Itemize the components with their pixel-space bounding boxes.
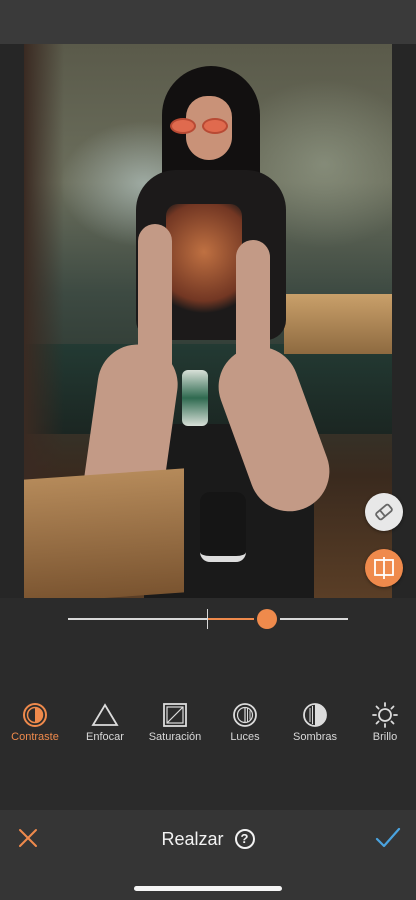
highlights-icon <box>233 703 257 727</box>
top-toolbar-strip <box>0 0 416 44</box>
brightness-sun-icon <box>372 702 398 728</box>
tool-label: Saturación <box>148 731 202 743</box>
tool-label: Brillo <box>372 731 398 743</box>
saturation-icon <box>163 703 187 727</box>
eraser-icon <box>375 503 393 521</box>
shadows-icon <box>303 703 327 727</box>
photo-background-bench <box>24 344 392 434</box>
photo-background-table <box>284 294 392 354</box>
screen-title-text: Realzar <box>161 828 224 849</box>
photo-canvas[interactable] <box>0 44 416 598</box>
adjustment-tools: Contraste Enfocar Saturación Luces Sombr… <box>0 700 416 750</box>
home-indicator <box>134 886 282 891</box>
tool-label: Enfocar <box>86 731 124 743</box>
edited-photo[interactable] <box>24 44 392 598</box>
tool-label: Contraste <box>11 731 59 743</box>
eraser-button[interactable] <box>365 493 403 531</box>
compare-split-icon <box>374 557 394 579</box>
slider-knob[interactable] <box>256 609 277 629</box>
help-icon[interactable]: ? <box>234 829 255 850</box>
compare-split-button[interactable] <box>365 549 403 587</box>
bottom-bar: Realzar ? <box>0 810 416 900</box>
tool-brillo[interactable]: Brillo <box>350 700 416 743</box>
photo-foreground-table <box>24 468 184 598</box>
confirm-button[interactable] <box>372 824 404 852</box>
tool-sombras[interactable]: Sombras <box>280 700 350 743</box>
tool-saturacion[interactable]: Saturación <box>140 700 210 743</box>
tool-label: Sombras <box>292 731 338 743</box>
tool-label: Luces <box>230 731 260 743</box>
tool-luces[interactable]: Luces <box>210 700 280 743</box>
slider-center-mark <box>207 609 208 629</box>
contrast-icon <box>23 703 47 727</box>
adjustment-slider[interactable] <box>68 609 348 629</box>
tool-contraste[interactable]: Contraste <box>0 700 70 743</box>
tool-enfocar[interactable]: Enfocar <box>70 700 140 743</box>
check-icon <box>375 827 401 848</box>
sharpen-triangle-icon <box>91 703 119 726</box>
screen-title: Realzar ? <box>0 828 416 850</box>
